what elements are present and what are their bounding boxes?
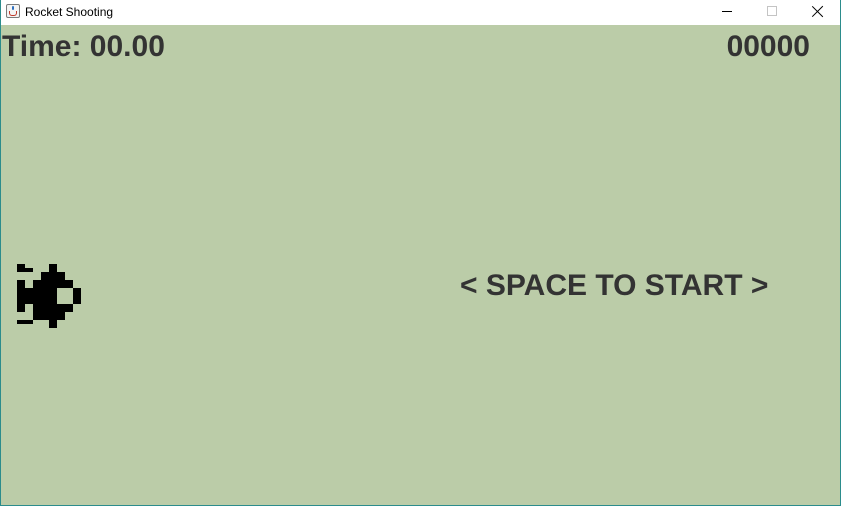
time-display: Time: 00.00 xyxy=(2,30,165,63)
rocket-ship-sprite xyxy=(17,264,81,328)
close-button[interactable] xyxy=(795,0,841,24)
maximize-button[interactable] xyxy=(749,0,795,24)
maximize-icon xyxy=(767,6,777,16)
title-bar[interactable]: Rocket Shooting xyxy=(1,0,840,24)
score-display: 00000 xyxy=(726,30,810,63)
java-cup-icon[interactable] xyxy=(6,4,20,18)
app-window: Rocket Shooting Time: 00.00 00000 < SPAC… xyxy=(0,0,841,506)
window-title: Rocket Shooting xyxy=(25,5,114,19)
minimize-button[interactable] xyxy=(704,0,750,24)
close-icon xyxy=(812,5,824,17)
game-canvas[interactable]: Time: 00.00 00000 < SPACE TO START > xyxy=(1,25,840,505)
minimize-icon xyxy=(722,11,732,12)
start-prompt: < SPACE TO START > xyxy=(460,269,769,302)
